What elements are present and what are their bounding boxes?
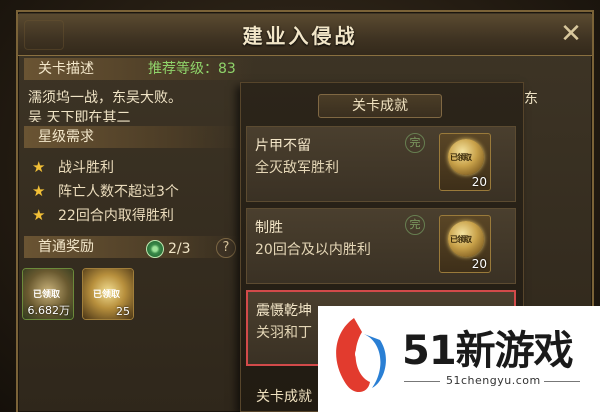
claimed-label: 已领取 xyxy=(93,290,121,300)
achievement-condition: 关羽和丁 xyxy=(256,325,312,341)
star-requirement-item: ★ 战斗胜利 xyxy=(32,156,114,178)
reward-item[interactable]: 已领取 25 xyxy=(82,268,134,320)
star-requirement-text: 战斗胜利 xyxy=(58,160,114,176)
achievement-item[interactable]: 片甲不留 全灭敌军胜利 完 已领取 20 xyxy=(246,126,516,202)
star-requirement-text: 阵亡人数不超过3个 xyxy=(58,184,179,200)
star-requirement-header: 星级需求 xyxy=(24,126,240,148)
star-requirement-item: ★ 22回合内取得胜利 xyxy=(32,204,174,226)
claimed-label: 已领取 xyxy=(33,290,61,300)
close-button[interactable]: ✕ xyxy=(556,20,586,50)
stage-description-label: 关卡描述 xyxy=(38,61,94,77)
watermark-logo-icon xyxy=(336,318,386,393)
watermark-divider xyxy=(544,381,580,382)
reward-item[interactable]: 已领取 6.682万 xyxy=(22,268,74,320)
star-icon: ★ xyxy=(32,158,46,176)
star-requirement-label: 星级需求 xyxy=(38,129,94,145)
reward-count: 20 xyxy=(471,175,487,189)
reward-count: 6.682万 xyxy=(27,304,71,317)
achievement-name: 制胜 xyxy=(255,220,283,236)
dialog-title: 建业入侵战 xyxy=(242,24,358,48)
star-requirement-item: ★ 阵亡人数不超过3个 xyxy=(32,180,179,202)
achievement-reward[interactable]: 已领取 20 xyxy=(439,133,491,191)
claimed-label: 已领取 xyxy=(450,153,472,162)
watermark-brand: 51新游戏 xyxy=(402,328,574,374)
completed-badge: 完 xyxy=(405,215,425,235)
star-icon: ★ xyxy=(32,182,46,200)
recommend-level: 推荐等级：83 xyxy=(148,61,236,77)
achievement-bottom-label: 关卡成就 xyxy=(256,389,312,405)
completed-badge: 完 xyxy=(405,133,425,153)
first-reward-header: 首通奖励 xyxy=(24,236,240,258)
star-icon: ★ xyxy=(32,206,46,224)
first-reward-label: 首通奖励 xyxy=(38,239,94,255)
star-requirement-text: 22回合内取得胜利 xyxy=(58,208,174,224)
achievement-condition: 全灭敌军胜利 xyxy=(255,160,339,176)
achievement-item[interactable]: 制胜 20回合及以内胜利 完 已领取 20 xyxy=(246,208,516,284)
help-button[interactable]: ? xyxy=(216,238,236,258)
first-reward-progress: 2/3 xyxy=(168,241,191,257)
achievement-name: 片甲不留 xyxy=(255,138,311,154)
claimed-label: 已领取 xyxy=(450,235,472,244)
stage-description-overflow: 东 xyxy=(524,91,538,107)
spiral-icon xyxy=(146,240,164,258)
reward-count: 25 xyxy=(116,305,130,318)
achievement-condition: 20回合及以内胜利 xyxy=(255,242,371,258)
watermark-divider xyxy=(404,381,440,382)
achievement-name: 震慑乾坤 xyxy=(256,303,312,319)
reward-count: 20 xyxy=(471,257,487,271)
watermark-url: 51chengyu.com xyxy=(446,374,541,387)
achievement-reward[interactable]: 已领取 20 xyxy=(439,215,491,273)
achievement-title: 关卡成就 xyxy=(318,94,442,118)
